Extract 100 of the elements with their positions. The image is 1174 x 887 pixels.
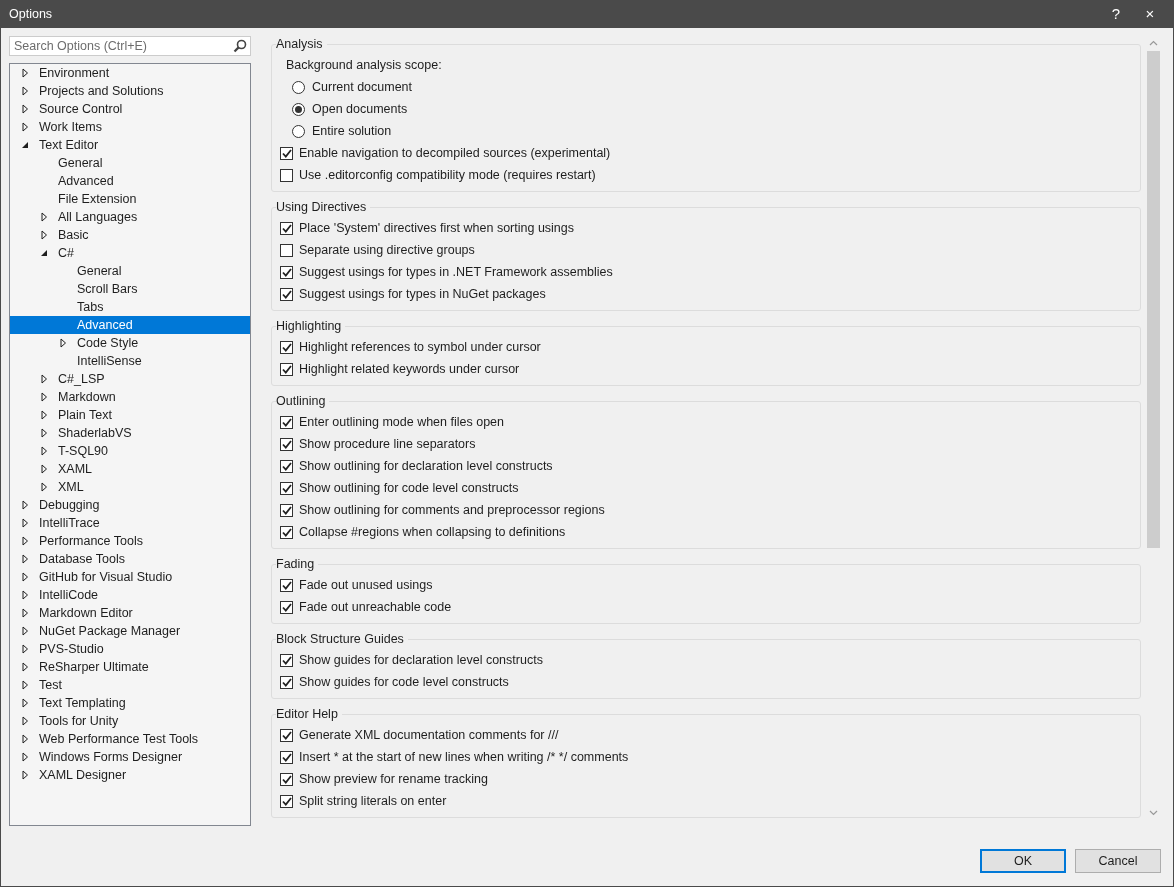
collapsed-arrow-icon[interactable]	[20, 500, 30, 510]
collapsed-arrow-icon[interactable]	[20, 626, 30, 636]
tree-item[interactable]: XML	[10, 478, 250, 496]
tree-item[interactable]: ReSharper Ultimate	[10, 658, 250, 676]
tree-item[interactable]: ShaderlabVS	[10, 424, 250, 442]
radio-label[interactable]: Current document	[312, 77, 413, 97]
checkbox[interactable]	[280, 221, 293, 235]
checkbox[interactable]	[280, 415, 293, 429]
tree-item[interactable]: Markdown	[10, 388, 250, 406]
collapsed-arrow-icon[interactable]	[20, 752, 30, 762]
checkbox-label[interactable]: Show procedure line separators	[299, 434, 476, 454]
collapsed-arrow-icon[interactable]	[20, 644, 30, 654]
checkbox[interactable]	[280, 287, 293, 301]
tree-item[interactable]: General	[10, 262, 250, 280]
checkbox[interactable]	[280, 362, 293, 376]
tree-item[interactable]: Database Tools	[10, 550, 250, 568]
tree-item[interactable]: XAML Designer	[10, 766, 250, 784]
radio-button[interactable]	[292, 124, 305, 138]
collapsed-arrow-icon[interactable]	[20, 536, 30, 546]
tree-item[interactable]: Debugging	[10, 496, 250, 514]
collapsed-arrow-icon[interactable]	[39, 464, 49, 474]
tree-item[interactable]: General	[10, 154, 250, 172]
checkbox[interactable]	[280, 340, 293, 354]
collapsed-arrow-icon[interactable]	[20, 86, 30, 96]
tree-item[interactable]: C#	[10, 244, 250, 262]
tree-item[interactable]: Projects and Solutions	[10, 82, 250, 100]
checkbox[interactable]	[280, 437, 293, 451]
collapsed-arrow-icon[interactable]	[20, 68, 30, 78]
collapsed-arrow-icon[interactable]	[20, 770, 30, 780]
help-button[interactable]: ?	[1099, 3, 1133, 26]
checkbox-label[interactable]: Show preview for rename tracking	[299, 769, 488, 789]
checkbox-label[interactable]: Show outlining for code level constructs	[299, 478, 519, 498]
radio-label[interactable]: Entire solution	[312, 121, 392, 141]
checkbox[interactable]	[280, 459, 293, 473]
checkbox[interactable]	[280, 525, 293, 539]
collapsed-arrow-icon[interactable]	[39, 392, 49, 402]
collapsed-arrow-icon[interactable]	[20, 698, 30, 708]
collapsed-arrow-icon[interactable]	[39, 410, 49, 420]
collapsed-arrow-icon[interactable]	[20, 572, 30, 582]
collapsed-arrow-icon[interactable]	[39, 374, 49, 384]
tree-item[interactable]: IntelliSense	[10, 352, 250, 370]
search-field[interactable]: Search Options (Ctrl+E)	[9, 36, 251, 56]
tree-item[interactable]: Test	[10, 676, 250, 694]
collapsed-arrow-icon[interactable]	[20, 662, 30, 672]
collapsed-arrow-icon[interactable]	[20, 518, 30, 528]
checkbox[interactable]	[280, 481, 293, 495]
tree-item[interactable]: IntelliCode	[10, 586, 250, 604]
checkbox[interactable]	[280, 675, 293, 689]
checkbox[interactable]	[280, 578, 293, 592]
checkbox[interactable]	[280, 794, 293, 808]
checkbox-label[interactable]: Generate XML documentation comments for ///	[299, 725, 559, 745]
expanded-arrow-icon[interactable]	[39, 248, 49, 258]
collapsed-arrow-icon[interactable]	[39, 428, 49, 438]
collapsed-arrow-icon[interactable]	[20, 554, 30, 564]
tree-item[interactable]: Tools for Unity	[10, 712, 250, 730]
tree-item[interactable]: Plain Text	[10, 406, 250, 424]
expanded-arrow-icon[interactable]	[20, 140, 30, 150]
close-button[interactable]: ×	[1133, 3, 1167, 26]
tree-item[interactable]: C#_LSP	[10, 370, 250, 388]
tree-item[interactable]: Performance Tools	[10, 532, 250, 550]
tree-item[interactable]: Advanced	[10, 172, 250, 190]
checkbox[interactable]	[280, 728, 293, 742]
dialog-button[interactable]: OK	[980, 849, 1066, 873]
checkbox[interactable]	[280, 600, 293, 614]
collapsed-arrow-icon[interactable]	[20, 716, 30, 726]
collapsed-arrow-icon[interactable]	[20, 104, 30, 114]
tree-item[interactable]: Windows Forms Designer	[10, 748, 250, 766]
tree-item[interactable]: PVS-Studio	[10, 640, 250, 658]
checkbox[interactable]	[280, 265, 293, 279]
tree-item[interactable]: File Extension	[10, 190, 250, 208]
tree-item[interactable]: Text Editor	[10, 136, 250, 154]
tree-item[interactable]: Scroll Bars	[10, 280, 250, 298]
checkbox-label[interactable]: Enter outlining mode when files open	[299, 412, 504, 432]
tree-item[interactable]: Basic	[10, 226, 250, 244]
checkbox-label[interactable]: Place 'System' directives first when sorting usings	[299, 218, 575, 238]
tree-item[interactable]: XAML	[10, 460, 250, 478]
tree-item[interactable]: Tabs	[10, 298, 250, 316]
tree-item[interactable]: Markdown Editor	[10, 604, 250, 622]
tree-item[interactable]: All Languages	[10, 208, 250, 226]
tree-item[interactable]: Code Style	[10, 334, 250, 352]
collapsed-arrow-icon[interactable]	[20, 590, 30, 600]
checkbox-label[interactable]: Highlight related keywords under cursor	[299, 359, 520, 379]
checkbox-label[interactable]: Fade out unused usings	[299, 575, 433, 595]
collapsed-arrow-icon[interactable]	[20, 734, 30, 744]
collapsed-arrow-icon[interactable]	[39, 446, 49, 456]
tree-item[interactable]: Source Control	[10, 100, 250, 118]
radio-label[interactable]: Open documents	[312, 99, 408, 119]
checkbox-label[interactable]: Show outlining for comments and preprocessor regions	[299, 500, 605, 520]
radio-button[interactable]	[292, 102, 305, 116]
scrollbar-thumb[interactable]	[1147, 51, 1160, 548]
collapsed-arrow-icon[interactable]	[20, 608, 30, 618]
checkbox-label[interactable]: Show guides for declaration level constructs	[299, 650, 543, 670]
checkbox[interactable]	[280, 168, 293, 182]
checkbox-label[interactable]: Collapse #regions when collapsing to definitions	[299, 522, 566, 542]
collapsed-arrow-icon[interactable]	[39, 482, 49, 492]
tree-item[interactable]: Advanced	[10, 316, 250, 334]
tree-item[interactable]: Text Templating	[10, 694, 250, 712]
collapsed-arrow-icon[interactable]	[39, 230, 49, 240]
checkbox-label[interactable]: Highlight references to symbol under cursor	[299, 337, 541, 357]
tree-item[interactable]: Web Performance Test Tools	[10, 730, 250, 748]
